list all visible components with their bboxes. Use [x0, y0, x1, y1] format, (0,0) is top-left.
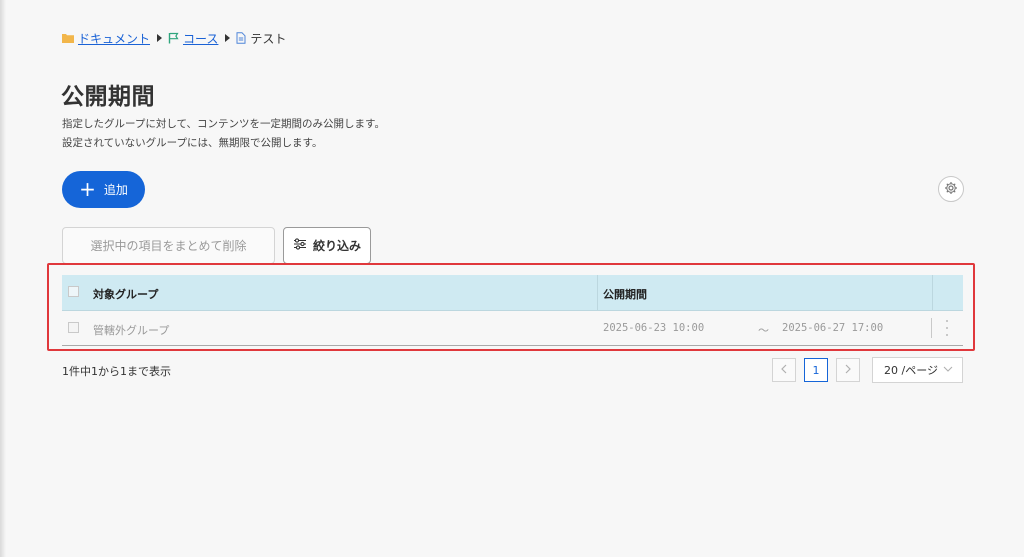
page-description-line2: 設定されていないグループには、無期限で公開します。: [62, 137, 323, 149]
gear-icon: [944, 180, 958, 199]
breadcrumb: ドキュメント コース テスト: [62, 30, 286, 46]
breadcrumb-separator-icon: [225, 34, 231, 42]
document-icon: [236, 32, 246, 44]
filter-button[interactable]: 絞り込み: [283, 227, 371, 264]
breadcrumb-item-documents[interactable]: ドキュメント: [62, 30, 150, 47]
pagination-next-button[interactable]: [836, 358, 860, 382]
chevron-down-icon: [943, 364, 953, 377]
bulk-delete-button[interactable]: 選択中の項目をまとめて削除: [62, 227, 275, 264]
plus-icon: +: [79, 176, 96, 201]
chevron-left-icon: [780, 363, 788, 377]
pagination-page-1[interactable]: 1: [804, 358, 828, 382]
filter-sliders-icon: [293, 238, 307, 253]
flag-icon: [168, 32, 179, 44]
breadcrumb-item-test: テスト: [236, 30, 286, 47]
add-button-label: 追加: [103, 183, 128, 197]
filter-button-label: 絞り込み: [312, 239, 361, 253]
breadcrumb-separator-icon: [157, 34, 163, 42]
breadcrumb-current: テスト: [250, 31, 287, 46]
breadcrumb-link-course[interactable]: コース: [183, 30, 218, 47]
window-edge: [0, 0, 6, 557]
chevron-right-icon: [844, 363, 852, 377]
pagination-prev-button[interactable]: [772, 358, 796, 382]
settings-button[interactable]: [938, 176, 964, 202]
page-description-line1: 指定したグループに対して、コンテンツを一定期間のみ公開します。: [62, 118, 385, 130]
add-button[interactable]: + 追加: [62, 171, 145, 208]
breadcrumb-link-documents[interactable]: ドキュメント: [78, 30, 150, 47]
page-title: 公開期間: [61, 84, 155, 110]
breadcrumb-item-course[interactable]: コース: [168, 30, 218, 47]
page-size-select[interactable]: 20 /ページ: [872, 357, 963, 383]
folder-icon: [62, 33, 74, 43]
highlight-box: [47, 263, 975, 351]
page-size-value: 20 /ページ: [884, 364, 938, 377]
result-count: 1件中1から1まで表示: [62, 365, 171, 378]
